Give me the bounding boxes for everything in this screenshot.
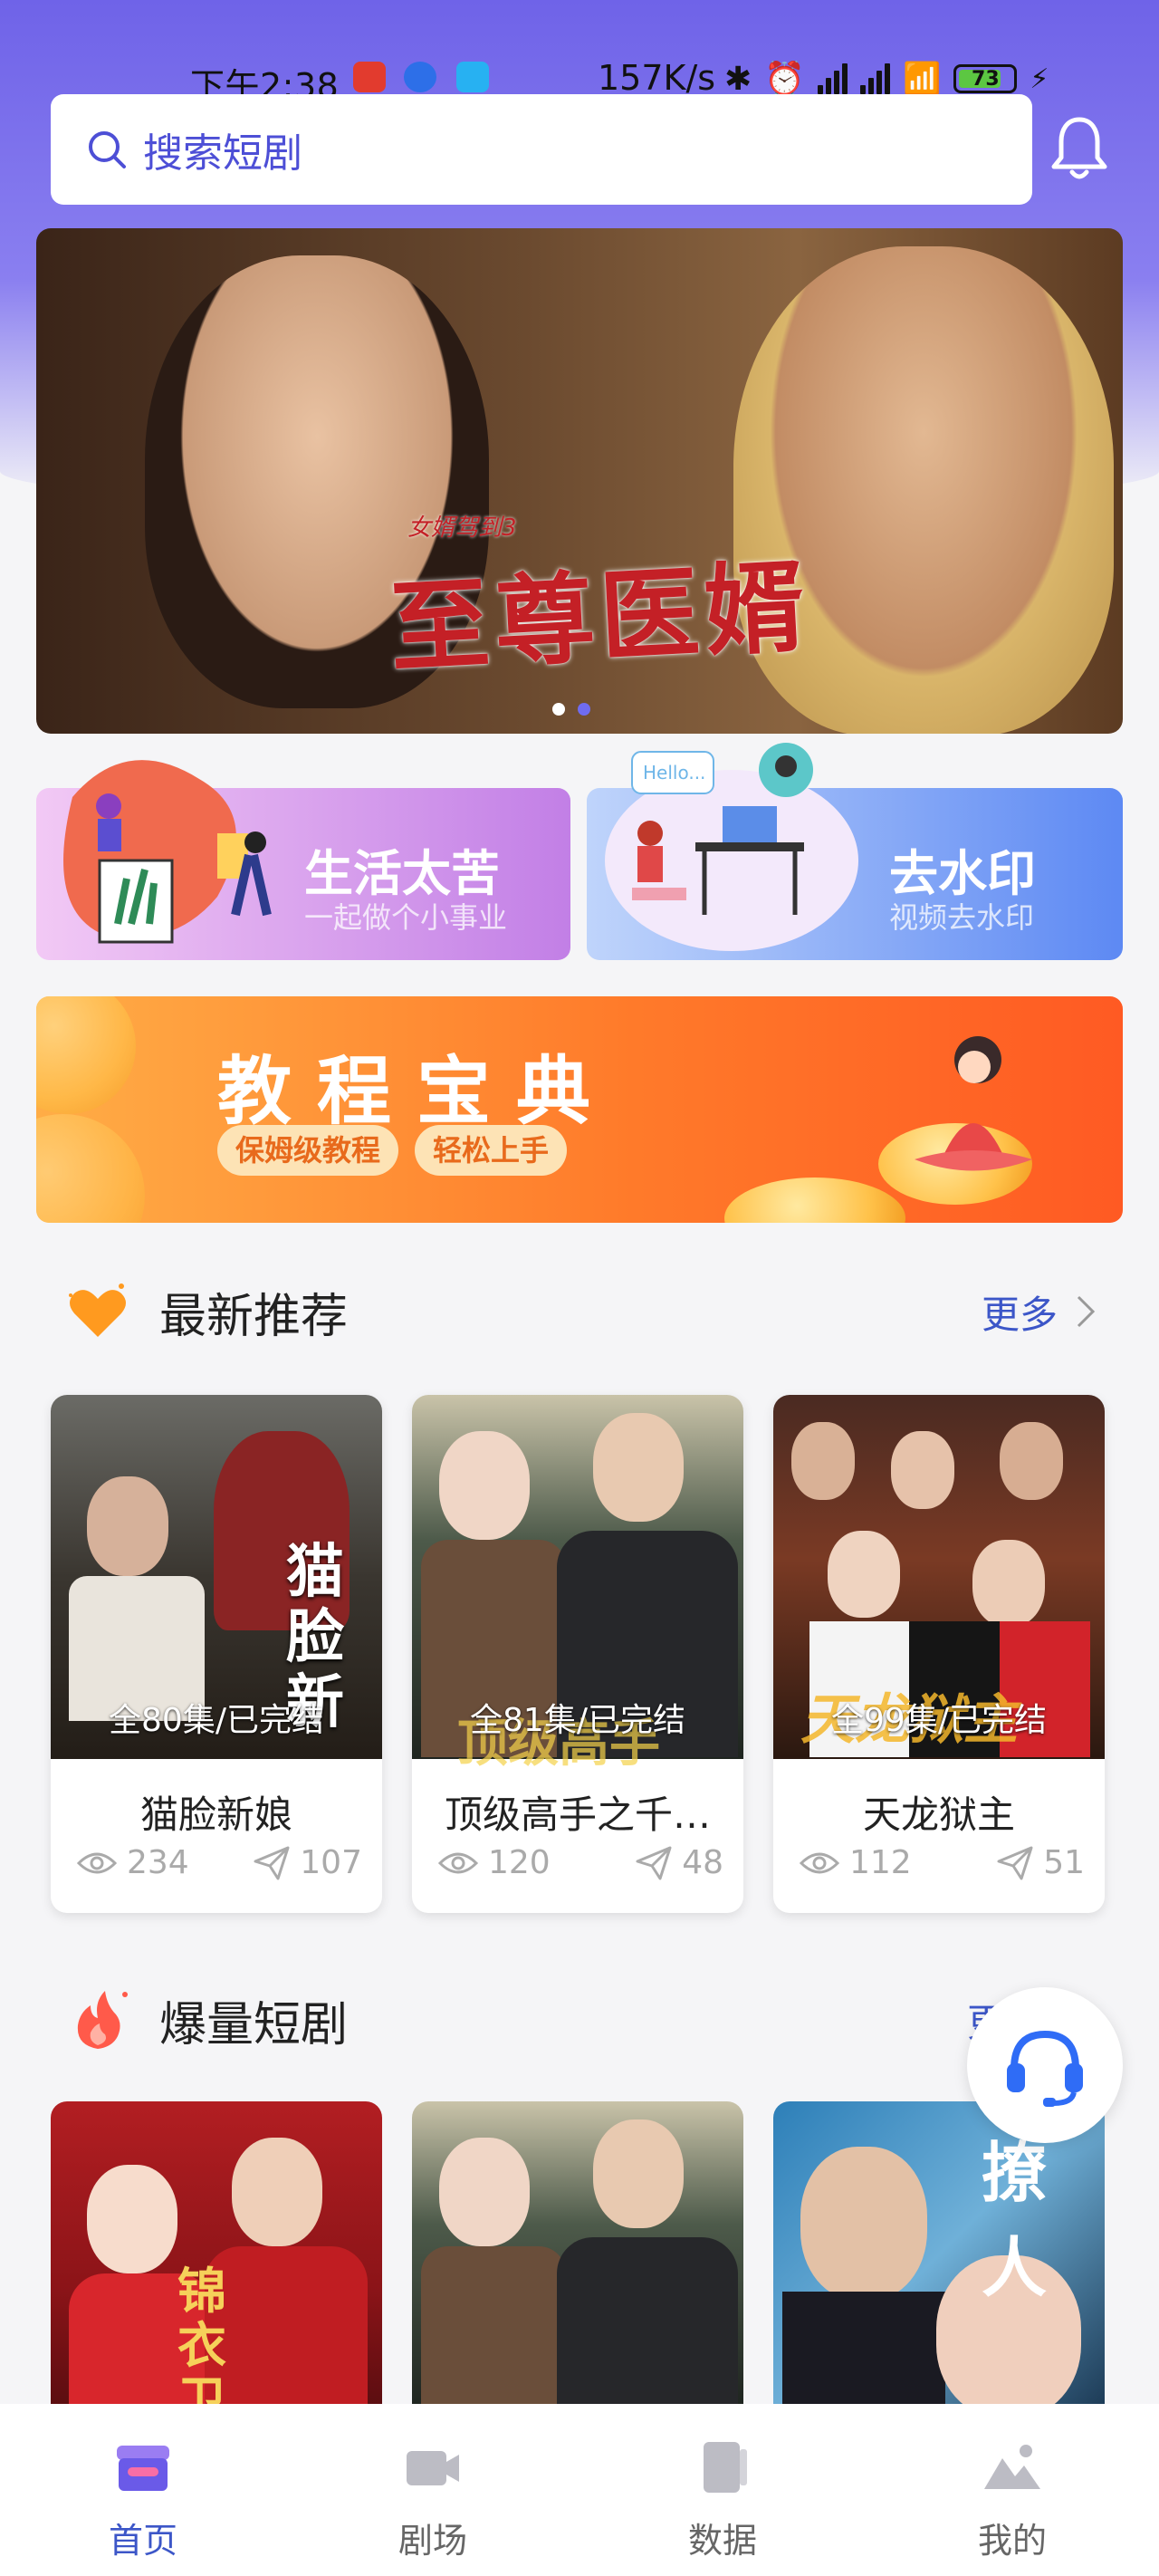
share-count: 107 bbox=[300, 1844, 362, 1881]
more-link-latest[interactable]: 更多 bbox=[982, 1284, 1096, 1340]
drama-stats: 234 107 bbox=[76, 1844, 362, 1881]
office-illustration: Hello... bbox=[605, 743, 858, 951]
share-count: 48 bbox=[682, 1844, 723, 1881]
tab-label: 数据 bbox=[687, 2521, 757, 2561]
episode-count: 全99集/已完结 bbox=[831, 1702, 1047, 1739]
wifi-icon: 📶 bbox=[903, 61, 942, 97]
fire-icon bbox=[77, 1991, 128, 2049]
coin-decoration bbox=[36, 1114, 145, 1223]
notification-bell-icon[interactable] bbox=[1050, 114, 1108, 183]
headset-icon bbox=[1007, 2030, 1083, 2107]
share-count: 51 bbox=[1043, 1844, 1085, 1881]
data-book-icon bbox=[704, 2442, 747, 2493]
chevron-right-icon bbox=[1077, 1295, 1096, 1328]
episode-count: 全81集/已完结 bbox=[470, 1702, 685, 1739]
tutorial-title: 教程宝典 bbox=[217, 1049, 617, 1135]
upload-app-icon bbox=[456, 62, 489, 92]
baidu-app-icon bbox=[404, 62, 436, 92]
tab-home[interactable]: 首页 bbox=[71, 2440, 216, 2562]
banner-carousel[interactable]: 女婿驾到3 至尊医婿 bbox=[36, 228, 1123, 734]
customer-service-button[interactable] bbox=[967, 1987, 1123, 2143]
hot-drama-card[interactable]: 撩人 bbox=[773, 2101, 1105, 2409]
feature-life-subtitle: 一起做个小事业 bbox=[304, 900, 508, 935]
eye-icon bbox=[76, 1852, 118, 1873]
news-app-icon bbox=[353, 62, 386, 92]
banner-title: 至尊医婿 bbox=[387, 547, 813, 687]
drama-stats: 112 51 bbox=[799, 1844, 1085, 1881]
tab-label: 我的 bbox=[977, 2521, 1047, 2561]
home-shop-icon bbox=[117, 2446, 169, 2491]
battery-level: 73 bbox=[972, 67, 1000, 91]
tab-theater[interactable]: 剧场 bbox=[360, 2440, 505, 2562]
section-title-hot: 爆量短剧 bbox=[159, 1997, 349, 2052]
view-count: 120 bbox=[488, 1844, 551, 1881]
tutorial-tag: 保姆级教程 bbox=[217, 1125, 399, 1176]
eye-icon bbox=[437, 1852, 479, 1873]
home-page: 下午2:38 157K/s ✱ ⏰ 📶 73 ⚡ 搜索短剧 女婿驾到3 至尊医婿 bbox=[0, 0, 1159, 2576]
work-desk-illustration bbox=[63, 760, 272, 944]
banner-subtitle: 女婿驾到3 bbox=[407, 514, 517, 542]
drama-title: 猫脸新娘 bbox=[139, 1793, 292, 1837]
coin-stack-decoration bbox=[724, 1177, 905, 1223]
poster-title: 撩人 bbox=[982, 2134, 1048, 2306]
meditating-figure-illustration bbox=[915, 1036, 1032, 1171]
drama-card[interactable]: 天龙狱主 全99集/已完结 天龙狱主 112 51 bbox=[773, 1395, 1105, 1913]
tab-mine[interactable]: 我的 bbox=[940, 2440, 1085, 2562]
episode-count: 全80集/已完结 bbox=[109, 1702, 324, 1739]
feature-card-life[interactable]: 生活太苦 一起做个小事业 bbox=[36, 760, 570, 960]
charging-icon: ⚡ bbox=[1030, 62, 1049, 95]
search-bar[interactable]: 搜索短剧 bbox=[51, 94, 1032, 205]
tutorial-banner[interactable]: 教程宝典 保姆级教程 轻松上手 bbox=[36, 996, 1123, 1223]
tab-data[interactable]: 数据 bbox=[650, 2440, 795, 2562]
eye-icon bbox=[799, 1852, 840, 1873]
status-icons: ✱ ⏰ 📶 73 ⚡ bbox=[724, 60, 1049, 99]
carousel-dot-active[interactable] bbox=[578, 703, 590, 716]
alarm-icon: ⏰ bbox=[764, 61, 805, 98]
drama-card[interactable]: 猫脸新 全80集/已完结 猫脸新娘 234 107 bbox=[51, 1395, 382, 1913]
signal-2-icon bbox=[860, 63, 890, 94]
feature-watermark-subtitle: 视频去水印 bbox=[889, 900, 1035, 935]
tab-label: 首页 bbox=[108, 2521, 177, 2561]
section-header-latest: 最新推荐 更多 bbox=[63, 1275, 1114, 1348]
section-title-latest: 最新推荐 bbox=[159, 1289, 349, 1344]
tab-label: 剧场 bbox=[398, 2521, 467, 2561]
share-plane-icon bbox=[997, 1846, 1033, 1879]
hello-bubble: Hello... bbox=[643, 762, 705, 783]
battery-icon: 73 bbox=[953, 64, 1018, 93]
more-label: 更多 bbox=[981, 1292, 1058, 1337]
tutorial-tag: 轻松上手 bbox=[415, 1125, 568, 1176]
share-plane-icon bbox=[254, 1846, 290, 1879]
bluetooth-icon: ✱ bbox=[724, 60, 752, 98]
coin-decoration bbox=[36, 996, 136, 1114]
drama-card[interactable]: 顶级高手 全81集/已完结 顶级高手之千… 120 48 bbox=[412, 1395, 743, 1913]
drama-title: 顶级高手之千… bbox=[444, 1793, 711, 1837]
hot-drama-card[interactable]: 锦衣卫大人替嫁新 bbox=[51, 2101, 382, 2409]
mountain-icon bbox=[984, 2445, 1040, 2489]
search-placeholder: 搜索短剧 bbox=[143, 130, 302, 177]
view-count: 234 bbox=[127, 1844, 189, 1881]
video-camera-icon bbox=[407, 2451, 459, 2485]
view-count: 112 bbox=[849, 1844, 912, 1881]
drama-title: 天龙狱主 bbox=[862, 1793, 1015, 1837]
heart-icon bbox=[69, 1283, 126, 1337]
carousel-indicator bbox=[552, 703, 590, 716]
hot-drama-card[interactable] bbox=[412, 2101, 743, 2409]
drama-stats: 120 48 bbox=[437, 1844, 723, 1881]
share-plane-icon bbox=[636, 1846, 672, 1879]
network-speed: 157K/s bbox=[598, 58, 716, 98]
poster-title: 锦衣卫大人替嫁新 bbox=[177, 2263, 226, 2410]
section-header-hot: 爆量短剧 更 bbox=[63, 1984, 1114, 2056]
feature-card-watermark[interactable]: Hello... 去水印 视频去水印 bbox=[587, 743, 1123, 960]
search-icon bbox=[89, 131, 126, 168]
signal-1-icon bbox=[818, 63, 848, 94]
carousel-dot[interactable] bbox=[552, 703, 565, 716]
bottom-tab-bar: 首页 剧场 数据 我的 bbox=[0, 2404, 1159, 2576]
